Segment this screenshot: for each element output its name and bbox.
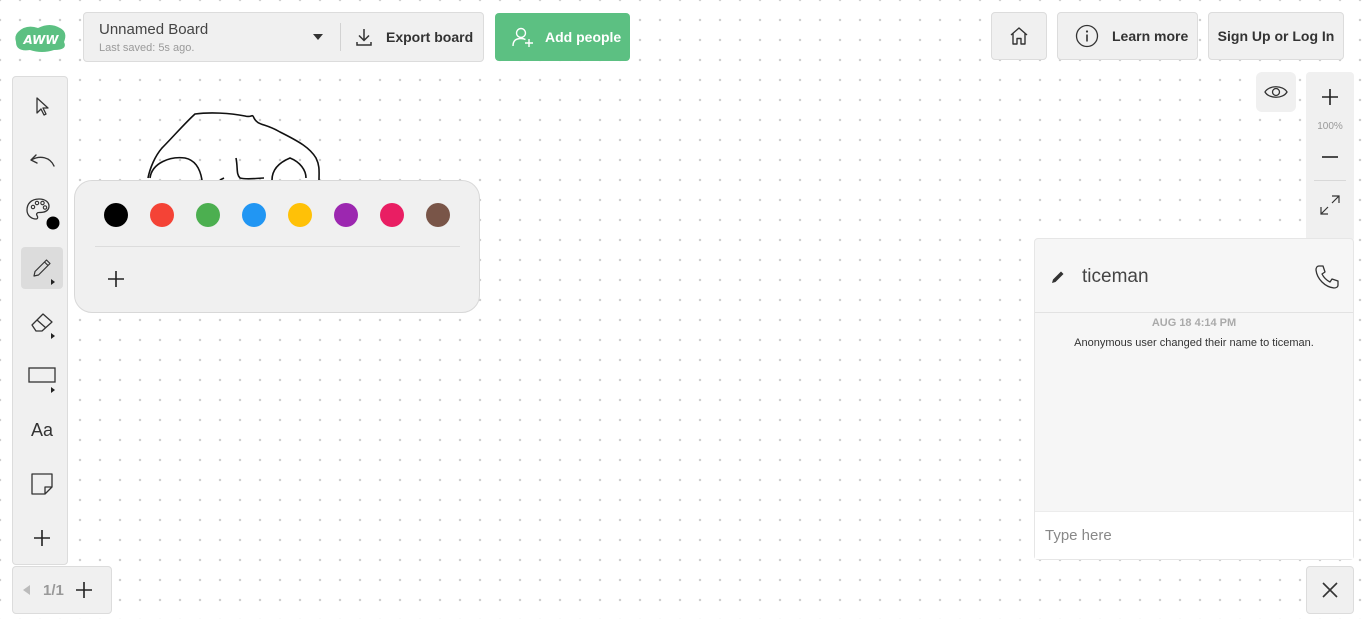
color-swatch-purple[interactable] [334,203,358,227]
learn-more-label: Learn more [1112,28,1189,44]
page-navigation: 1/1 [12,566,112,614]
color-swatch-green[interactable] [196,203,220,227]
zoom-in-icon[interactable] [1321,88,1339,106]
aww-logo[interactable]: AWW [14,22,68,54]
chat-header: ticeman [1035,239,1353,313]
zoom-controls: 100% [1306,72,1354,242]
page-counter: 1/1 [43,581,64,599]
eraser-icon [31,313,53,332]
close-icon [1322,582,1338,598]
download-icon [356,29,372,46]
fit-screen-icon[interactable] [1319,194,1341,216]
home-icon [1010,27,1028,45]
submenu-arrow-icon [51,279,55,285]
view-mode-button[interactable] [1256,72,1296,112]
cursor-icon [36,97,49,116]
color-swatch-blue[interactable] [242,203,266,227]
submenu-arrow-icon [51,387,55,393]
shape-tool[interactable] [21,355,63,397]
add-page-icon[interactable] [74,580,94,600]
divider [95,246,460,247]
more-tools-button[interactable] [21,517,63,559]
chat-username[interactable]: ticeman [1082,266,1149,288]
divider [1314,180,1346,181]
undo-icon [30,154,55,167]
edit-name-icon[interactable] [1050,269,1066,285]
chat-system-message: Anonymous user changed their name to tic… [1074,337,1314,349]
add-color-icon[interactable] [106,269,126,289]
last-saved-text: Last saved: 5s ago. [99,42,195,54]
color-swatch-black[interactable] [104,203,128,227]
logo-text: AWW [22,33,59,47]
text-tool[interactable]: Aa [21,409,63,451]
close-chat-button[interactable] [1306,566,1354,614]
add-people-label: Add people [545,29,622,45]
add-people-button[interactable]: Add people [495,13,630,61]
undo-button[interactable] [21,139,63,181]
previous-page-icon[interactable] [23,585,30,595]
eye-icon [1264,86,1288,98]
rectangle-icon [28,367,56,383]
color-picker-popup [74,180,480,313]
board-box: Unnamed Board Last saved: 5s ago. Export… [83,12,484,62]
color-palette-tool[interactable] [21,191,63,233]
text-icon: Aa [30,419,54,440]
sticky-note-icon [31,473,53,495]
pencil-tool[interactable] [21,247,63,289]
color-swatch-brown[interactable] [426,203,450,227]
sticky-note-tool[interactable] [21,463,63,505]
tool-sidebar: Aa [12,76,68,565]
color-swatch-yellow[interactable] [288,203,312,227]
pencil-icon [33,259,51,277]
phone-icon[interactable] [1313,263,1341,291]
board-name[interactable]: Unnamed Board [99,21,208,38]
color-swatch-red[interactable] [150,203,174,227]
board-name-dropdown[interactable]: Unnamed Board Last saved: 5s ago. [84,13,340,61]
add-user-icon [512,27,533,47]
eraser-tool[interactable] [21,301,63,343]
info-icon [1075,24,1099,48]
submenu-arrow-icon [51,333,55,339]
zoom-out-icon[interactable] [1321,148,1339,166]
color-swatch-pink[interactable] [380,203,404,227]
canvas-drawing [147,112,320,181]
chevron-down-icon[interactable] [313,34,323,40]
palette-icon [26,198,60,230]
signup-login-button[interactable]: Sign Up or Log In [1208,12,1344,60]
chat-message-input[interactable] [1035,511,1353,559]
zoom-level: 100% [1317,121,1343,132]
home-button[interactable] [991,12,1047,60]
learn-more-button[interactable]: Learn more [1057,12,1198,60]
plus-icon [34,530,50,546]
export-board-button[interactable]: Export board [341,13,473,61]
chat-timestamp: AUG 18 4:14 PM [1151,317,1237,329]
select-tool[interactable] [21,85,63,127]
export-board-label: Export board [386,29,474,45]
chat-panel: ticeman AUG 18 4:14 PM Anonymous user ch… [1034,238,1354,560]
